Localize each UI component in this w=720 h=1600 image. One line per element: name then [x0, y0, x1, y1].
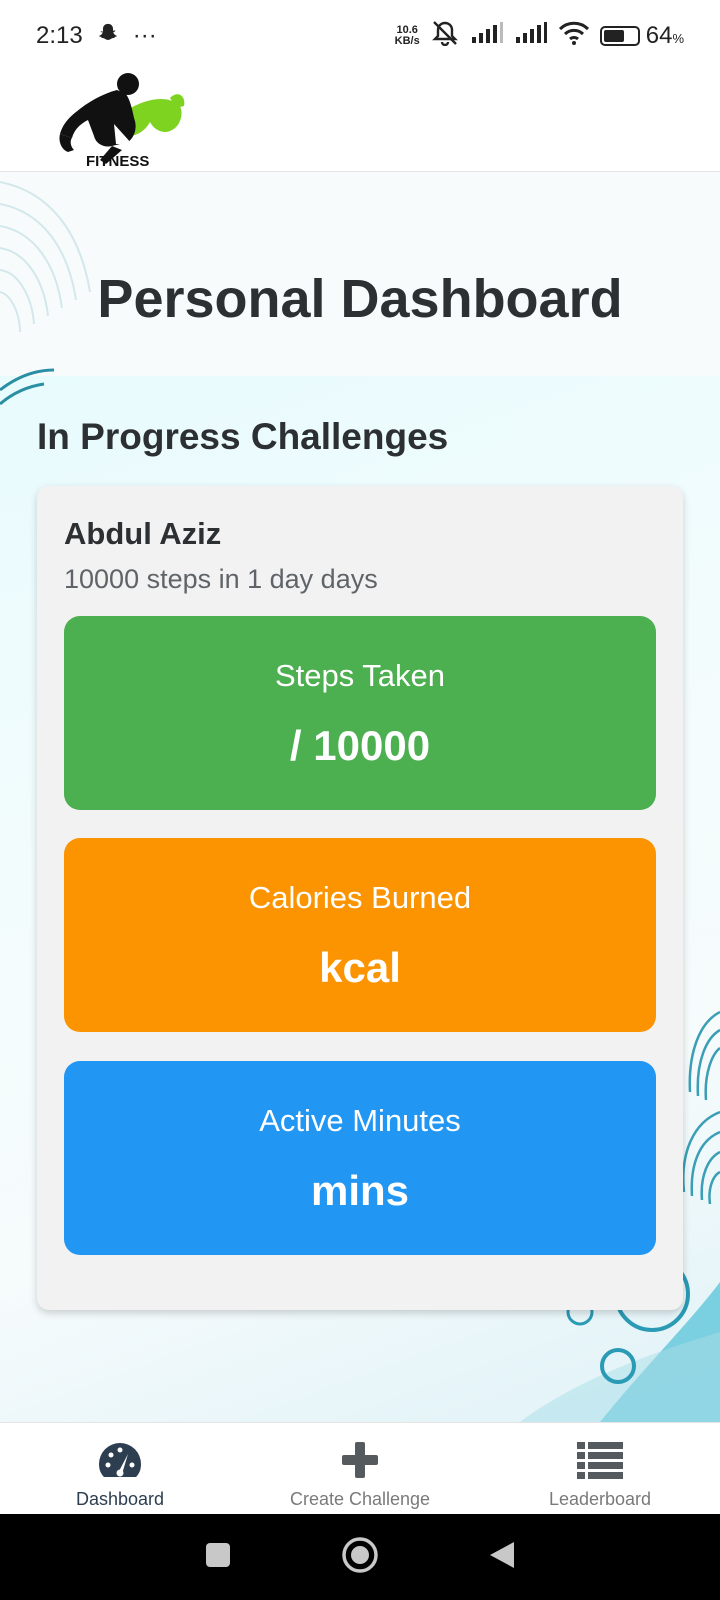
minutes-value: mins	[310, 1167, 410, 1214]
calories-label: Calories Burned	[248, 880, 472, 915]
battery-indicator: 64%	[599, 22, 684, 50]
minutes-stat-box: Active Minutes mins	[64, 1061, 656, 1255]
calories-stat-box: Calories Burned kcal	[64, 838, 656, 1032]
nav-dashboard[interactable]: Dashboard	[0, 1423, 240, 1514]
plus-icon	[335, 1437, 385, 1483]
steps-stat-box: Steps Taken / 10000	[64, 616, 656, 810]
app-header: FITNESS	[0, 72, 720, 172]
snapchat-icon	[97, 22, 119, 51]
signal-strength-icon-1	[470, 21, 504, 51]
mute-bell-icon	[430, 20, 460, 53]
section-title: In Progress Challenges	[37, 416, 449, 457]
nav-leaderboard-label: Leaderboard	[548, 1489, 652, 1509]
system-nav-bar	[0, 1514, 720, 1600]
logo-text: FITNESS	[86, 153, 149, 170]
battery-percent: 64	[645, 22, 673, 49]
speedometer-icon	[95, 1437, 145, 1483]
home-button[interactable]	[341, 1536, 379, 1579]
status-left: 2:13 ···	[36, 22, 157, 51]
battery-percent-unit: %	[672, 31, 684, 46]
wifi-icon	[558, 21, 590, 52]
nav-leaderboard[interactable]: Leaderboard	[480, 1423, 720, 1514]
more-notifications-icon: ···	[132, 22, 157, 49]
challenge-description: 10000 steps in 1 day days	[64, 564, 378, 594]
steps-label: Steps Taken	[274, 658, 446, 693]
calories-value: kcal	[319, 944, 401, 991]
recent-apps-button[interactable]	[204, 1541, 232, 1574]
nav-create-challenge[interactable]: Create Challenge	[240, 1423, 480, 1514]
back-button[interactable]	[488, 1540, 516, 1575]
nav-dashboard-label: Dashboard	[75, 1489, 165, 1509]
battery-fill	[603, 30, 625, 42]
challenge-name: Abdul Aziz	[64, 516, 222, 551]
page-title: Personal Dashboard	[97, 269, 623, 329]
nav-create-challenge-label: Create Challenge	[289, 1489, 431, 1509]
signal-strength-icon-2	[514, 21, 548, 51]
bottom-nav: Dashboard Create Challenge Leaderboard	[0, 1422, 720, 1514]
challenge-card[interactable]: Abdul Aziz 10000 steps in 1 day days Ste…	[37, 486, 683, 1310]
minutes-label: Active Minutes	[259, 1103, 461, 1138]
status-right: 10.6 KB/s 64%	[395, 20, 684, 53]
list-icon	[575, 1437, 625, 1483]
network-speed: 10.6 KB/s	[395, 25, 420, 47]
steps-value: / 10000	[289, 722, 431, 769]
network-speed-unit: KB/s	[394, 35, 420, 47]
status-time: 2:13	[36, 22, 83, 49]
battery-icon	[599, 26, 640, 46]
fitness-logo[interactable]: FITNESS	[54, 60, 188, 170]
